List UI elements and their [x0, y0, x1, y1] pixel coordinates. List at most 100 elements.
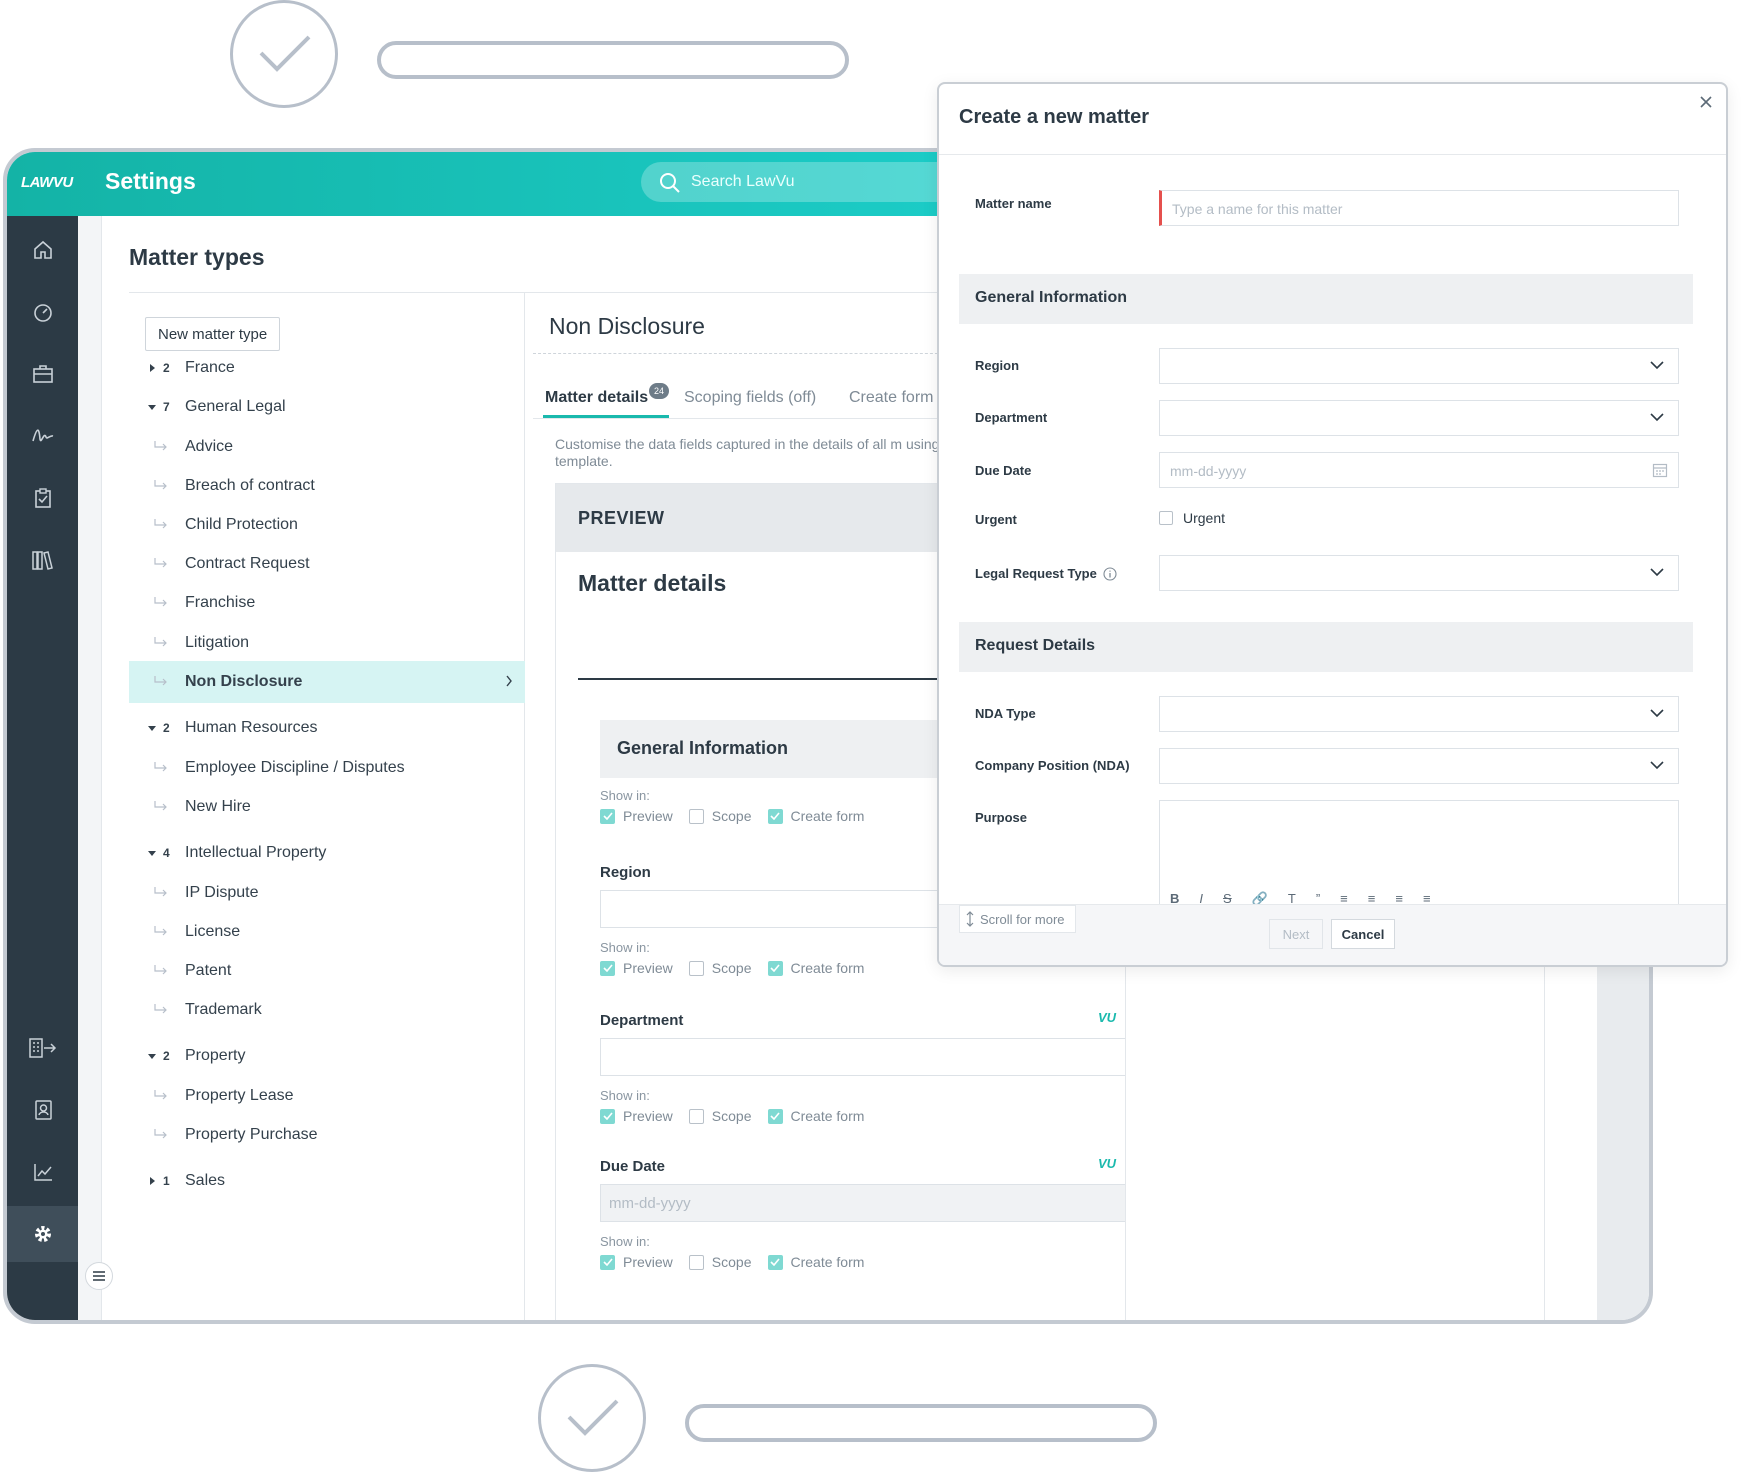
label-text: Legal Request Type — [975, 566, 1097, 581]
tree-child-row[interactable]: Contract Request — [129, 543, 525, 585]
tree-group-row[interactable]: 2 Human Resources — [129, 707, 525, 749]
tree-child-row[interactable]: New Hire — [129, 786, 525, 828]
tree-group-row[interactable]: 7 General Legal — [129, 386, 525, 428]
tab-matter-details[interactable]: Matter details — [545, 389, 648, 407]
department-select[interactable] — [1159, 400, 1679, 436]
info-icon[interactable] — [1103, 566, 1117, 581]
show-in-options: Preview Scope Create form — [600, 808, 880, 824]
tree-child-row[interactable]: Litigation — [129, 622, 525, 664]
scope-checkbox[interactable] — [688, 1108, 704, 1124]
legal-request-type-select[interactable] — [1159, 555, 1679, 591]
preview-checkbox[interactable] — [600, 1254, 615, 1270]
company-position-select[interactable] — [1159, 748, 1679, 784]
rail-matters[interactable] — [7, 346, 78, 402]
modal-footer: Scroll for more Next Cancel — [939, 904, 1726, 965]
tree-child-row[interactable]: Property Lease — [129, 1075, 525, 1117]
lawvu-field-icon: VU — [1097, 1010, 1116, 1025]
tree-item-label: France — [185, 359, 235, 376]
lawvu-logo[interactable]: LAWVU — [21, 174, 73, 191]
region-select[interactable] — [1159, 348, 1679, 384]
tree-group-row[interactable]: 2 France — [129, 347, 525, 389]
tree-item-label: Property Purchase — [185, 1126, 318, 1143]
collapse-menu-button[interactable] — [85, 1262, 113, 1290]
tree-group-row[interactable]: 4 Intellectual Property — [129, 832, 525, 874]
tree-child-row[interactable]: Employee Discipline / Disputes — [129, 747, 525, 789]
tree-child-row[interactable]: Advice — [129, 426, 525, 468]
due-date-input[interactable]: mm-dd-yyyy — [1159, 452, 1679, 488]
tree-item-label: Property Lease — [185, 1087, 294, 1104]
rail-organisations[interactable] — [7, 1020, 78, 1076]
caret-down-icon[interactable] — [147, 402, 157, 412]
rail-settings[interactable] — [7, 1206, 78, 1262]
preview-checkbox[interactable] — [600, 808, 615, 824]
tree-child-row[interactable]: Child Protection — [129, 504, 525, 546]
tree-child-row[interactable]: License — [129, 911, 525, 953]
option-label: Scope — [711, 1108, 752, 1124]
tree-child-row[interactable]: IP Dispute — [129, 872, 525, 914]
caret-down-icon[interactable] — [147, 1051, 157, 1061]
nda-type-select[interactable] — [1159, 696, 1679, 732]
group-count: 7 — [163, 400, 170, 414]
new-matter-type-button[interactable]: New matter type — [145, 317, 281, 351]
rail-signatures[interactable] — [7, 408, 78, 464]
scope-checkbox[interactable] — [688, 960, 704, 976]
purpose-textarea[interactable]: B I S 🔗 T” ≡ ≡ ≡ ≡ — [1159, 800, 1679, 910]
chevron-right-icon — [506, 675, 512, 687]
search-icon — [660, 173, 680, 193]
tree-child-row[interactable]: Non Disclosure — [129, 661, 525, 703]
legal-request-type-label: Legal Request Type — [975, 566, 1117, 581]
tree-child-row[interactable]: Patent — [129, 950, 525, 992]
tree-item-label: Patent — [185, 962, 232, 979]
caret-right-icon[interactable] — [147, 1176, 157, 1186]
preview-checkbox[interactable] — [600, 1108, 615, 1124]
rail-dashboard[interactable] — [7, 284, 78, 340]
department-select[interactable] — [600, 1038, 1166, 1076]
due-date-input[interactable]: mm-dd-yyyy — [600, 1184, 1166, 1222]
matter-name-input[interactable]: Type a name for this matter — [1159, 190, 1679, 226]
scope-checkbox[interactable] — [688, 1254, 704, 1270]
show-in-label: Show in: — [600, 1088, 650, 1103]
group-count: 4 — [163, 846, 170, 860]
tree-child-row[interactable]: Franchise — [129, 582, 525, 624]
child-arrow-icon — [154, 558, 167, 568]
tab-create-form[interactable]: Create form — [849, 389, 933, 407]
tree-child-row[interactable]: Trademark — [129, 989, 525, 1031]
next-button[interactable]: Next — [1269, 919, 1323, 949]
caret-down-icon[interactable] — [147, 723, 157, 733]
caret-down-icon[interactable] — [147, 848, 157, 858]
rail-home[interactable] — [7, 222, 78, 278]
preview-checkbox[interactable] — [600, 960, 615, 976]
tree-child-row[interactable]: Property Purchase — [129, 1114, 525, 1156]
child-arrow-icon — [154, 887, 167, 897]
create-form-checkbox[interactable] — [767, 1254, 783, 1270]
create-form-checkbox[interactable] — [767, 808, 783, 824]
option-label: Create form — [790, 808, 865, 824]
rail-library[interactable] — [7, 532, 78, 588]
left-rail — [7, 216, 78, 1320]
create-form-checkbox[interactable] — [767, 1108, 783, 1124]
date-placeholder: mm-dd-yyyy — [609, 1195, 691, 1212]
calendar-icon[interactable] — [1652, 462, 1668, 478]
tree-child-row[interactable]: Breach of contract — [129, 465, 525, 507]
general-information-section: General Information — [959, 274, 1693, 324]
tab-scoping-fields[interactable]: Scoping fields (off) — [684, 389, 816, 407]
tree-group-row[interactable]: 1 Sales — [129, 1160, 525, 1202]
tree-group-row[interactable]: 2 Property — [129, 1035, 525, 1077]
cancel-button[interactable]: Cancel — [1331, 919, 1395, 949]
modal-close-button[interactable] — [1696, 92, 1716, 112]
rail-contacts[interactable] — [7, 1082, 78, 1138]
scope-checkbox[interactable] — [688, 808, 704, 824]
field-label: Due Date — [600, 1158, 666, 1175]
rail-tasks[interactable] — [7, 470, 78, 526]
tree-item-label: Non Disclosure — [185, 673, 303, 690]
company-position-label: Company Position (NDA) — [975, 758, 1130, 773]
urgent-checkbox[interactable] — [1159, 511, 1173, 525]
create-form-checkbox[interactable] — [767, 960, 783, 976]
secondary-strip — [78, 216, 102, 1320]
rail-reports[interactable] — [7, 1144, 78, 1200]
create-matter-modal: Create a new matter Matter name Type a n… — [937, 82, 1728, 967]
show-in-options: Preview Scope Create form — [600, 960, 880, 976]
option-label: Scope — [711, 1254, 752, 1270]
caret-right-icon[interactable] — [147, 363, 157, 373]
chevron-down-icon — [1650, 761, 1664, 770]
